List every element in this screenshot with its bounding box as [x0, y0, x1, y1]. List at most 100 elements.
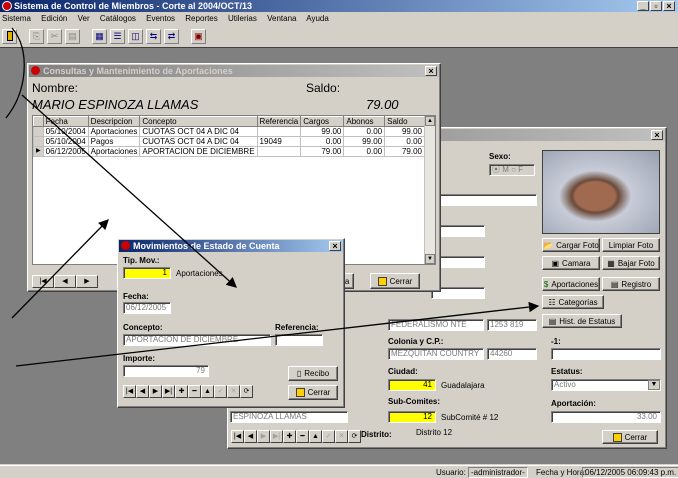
cascade-icon[interactable]: ▦: [92, 28, 107, 44]
cp-field[interactable]: 44260: [487, 348, 537, 360]
col-abonos[interactable]: Abonos: [343, 116, 386, 127]
menu-sistema[interactable]: Sistema: [2, 14, 31, 23]
cargar-foto-button[interactable]: 📂 Cargar Foto: [542, 238, 600, 252]
col-cargos[interactable]: Cargos: [300, 116, 345, 127]
saldo-label: Saldo:: [306, 81, 341, 95]
menu-eventos[interactable]: Eventos: [146, 14, 175, 23]
copy-icon[interactable]: ⎘: [29, 28, 44, 44]
table-row[interactable]: ▶ 06/12/2005 Aportaciones APORTACION DE …: [33, 146, 425, 157]
cancel-record-icon[interactable]: ✕: [227, 385, 240, 398]
col-concepto[interactable]: Concepto: [139, 116, 258, 127]
prev-page-icon[interactable]: ◀: [54, 275, 76, 288]
calle-field[interactable]: FEDERALISMO NTE: [388, 319, 484, 331]
scroll-down-icon[interactable]: ▼: [425, 254, 435, 264]
consultas-close-button[interactable]: ×: [425, 66, 437, 76]
movimientos-title: Movimientos de Estado de Cuenta: [133, 241, 280, 251]
camara-button[interactable]: ▣ Camara: [542, 256, 600, 270]
first-record-icon[interactable]: |◀: [231, 430, 244, 443]
exit-door-icon: [377, 276, 387, 286]
insert-record-icon[interactable]: ✚: [283, 430, 296, 443]
cut-icon[interactable]: ✂: [47, 28, 62, 44]
member-close-button[interactable]: ×: [651, 130, 663, 140]
col-saldo[interactable]: Saldo: [384, 116, 425, 127]
menu-reportes[interactable]: Reportes: [185, 14, 217, 23]
minimize-button[interactable]: _: [637, 1, 649, 11]
nombre-bottom-field[interactable]: ESPINOZA LLAMAS: [230, 411, 348, 423]
post-record-icon[interactable]: ✓: [322, 430, 335, 443]
next-record-icon[interactable]: ▶: [149, 385, 162, 398]
cancel-record-icon[interactable]: ✕: [335, 430, 348, 443]
colonia-field[interactable]: MEZQUITAN COUNTRY: [388, 348, 484, 360]
insert-record-icon[interactable]: ✚: [175, 385, 188, 398]
consultas-cerrar-button[interactable]: Cerrar: [370, 273, 420, 289]
next-record-icon[interactable]: ▶: [257, 430, 270, 443]
print-icon[interactable]: ▣: [191, 28, 206, 44]
estatus-select[interactable]: Activo: [551, 379, 661, 391]
referencia-label: Referencia:: [275, 323, 319, 332]
exit-icon[interactable]: [2, 28, 17, 44]
chevron-down-icon[interactable]: ▼: [648, 380, 660, 390]
subcomite-code-field[interactable]: 12: [388, 411, 436, 423]
bajar-foto-button[interactable]: ▦ Bajar Foto: [602, 256, 660, 270]
distrito-value: Distrito 12: [416, 428, 453, 437]
categorias-button[interactable]: ☷ Categorías: [542, 295, 604, 309]
col-referencia[interactable]: Referencia: [256, 116, 302, 127]
post-record-icon[interactable]: ✓: [214, 385, 227, 398]
prev-record-icon[interactable]: ◀: [244, 430, 257, 443]
arrange-icon[interactable]: ⇆: [146, 28, 161, 44]
minus1-field[interactable]: [551, 348, 661, 360]
referencia-field[interactable]: [275, 334, 323, 346]
scroll-up-icon[interactable]: ▲: [425, 116, 435, 126]
prev-record-icon[interactable]: ◀: [136, 385, 149, 398]
menu-utilerias[interactable]: Utilerias: [228, 14, 257, 23]
member-photo: [542, 150, 660, 234]
fecha-field[interactable]: 06/12/2005: [123, 302, 171, 314]
registro-button[interactable]: ▤ Registro: [602, 277, 660, 291]
sexo-radio-group[interactable]: ⦿ M ○ F: [489, 164, 535, 176]
numero-field[interactable]: 1253 819: [487, 319, 537, 331]
menu-catalogos[interactable]: Catálogos: [100, 14, 136, 23]
limpiar-foto-button[interactable]: Limpiar Foto: [602, 238, 660, 252]
restore-button[interactable]: ▫: [650, 1, 662, 11]
menu-edicion[interactable]: Edición: [41, 14, 67, 23]
next-page-icon[interactable]: ▶: [76, 275, 98, 288]
paste-icon[interactable]: ▤: [65, 28, 80, 44]
tile-horizontal-icon[interactable]: ☰: [110, 28, 125, 44]
tile-vertical-icon[interactable]: ◫: [128, 28, 143, 44]
delete-record-icon[interactable]: ━: [188, 385, 201, 398]
concepto-label: Concepto:: [123, 323, 163, 332]
delete-record-icon[interactable]: ━: [296, 430, 309, 443]
importe-field[interactable]: 79: [123, 365, 209, 377]
first-page-icon[interactable]: |◀: [32, 275, 54, 288]
nombre-label: Nombre:: [32, 81, 79, 95]
refresh-icon[interactable]: ⇄: [164, 28, 179, 44]
table-row[interactable]: 05/10/2004 Aportaciones CUOTAS OCT 04 A …: [33, 126, 425, 137]
col-fecha[interactable]: Fecha: [42, 116, 89, 127]
edit-record-icon[interactable]: ▲: [309, 430, 322, 443]
aportaciones-button[interactable]: $ Aportaciones: [542, 277, 600, 291]
refresh-record-icon[interactable]: ⟳: [240, 385, 253, 398]
member-field-1[interactable]: [431, 194, 537, 206]
last-record-icon[interactable]: ▶|: [270, 430, 283, 443]
member-cerrar-button[interactable]: Cerrar: [602, 430, 658, 444]
first-record-icon[interactable]: |◀: [123, 385, 136, 398]
col-descripcion[interactable]: Descripcion: [87, 116, 141, 127]
grid-scrollbar[interactable]: ▲ ▼: [424, 116, 435, 264]
aportacion-field[interactable]: 33.00: [551, 411, 661, 423]
concepto-field[interactable]: APORTACION DE DICIEMBRE: [123, 334, 271, 346]
table-row[interactable]: 05/10/2004 Pagos CUOTAS OCT 04 A DIC 04 …: [33, 136, 425, 147]
tip-mov-field[interactable]: 1: [123, 267, 171, 279]
movimientos-cerrar-button[interactable]: Cerrar: [288, 385, 338, 400]
menu-ver[interactable]: Ver: [78, 14, 90, 23]
edit-record-icon[interactable]: ▲: [201, 385, 214, 398]
menu-ayuda[interactable]: Ayuda: [306, 14, 329, 23]
close-button[interactable]: ×: [663, 1, 675, 11]
menu-ventana[interactable]: Ventana: [267, 14, 296, 23]
last-record-icon[interactable]: ▶|: [162, 385, 175, 398]
movimientos-close-button[interactable]: ×: [329, 241, 341, 251]
ciudad-code-field[interactable]: 41: [388, 379, 436, 391]
receipt-icon: ▯: [296, 369, 302, 378]
refresh-record-icon[interactable]: ⟳: [348, 430, 361, 443]
recibo-button[interactable]: ▯ Recibo: [288, 366, 338, 381]
hist-estatus-button[interactable]: ▤ Hist. de Estatus: [542, 314, 622, 328]
